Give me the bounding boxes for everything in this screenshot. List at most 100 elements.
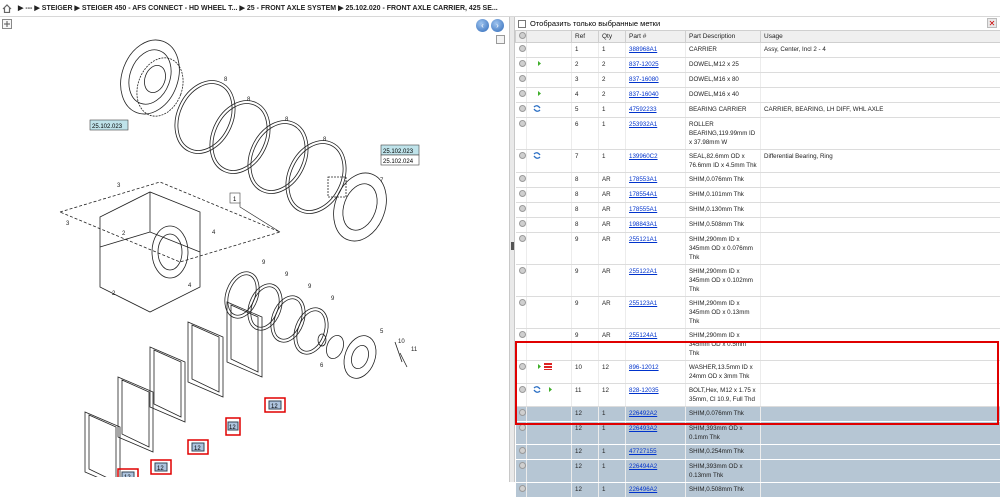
row-select-cell[interactable]	[516, 188, 527, 203]
table-row[interactable]: 1012896-12012WASHER,13.5mm ID x 24mm OD …	[516, 361, 1000, 384]
row-select-cell[interactable]	[516, 73, 527, 88]
row-select-cell[interactable]	[516, 103, 527, 118]
close-icon[interactable]: ✕	[987, 18, 997, 28]
row-select-icon[interactable]	[519, 424, 526, 431]
breadcrumb-item[interactable]: ---	[25, 5, 32, 12]
row-select-cell[interactable]	[516, 422, 527, 445]
table-row[interactable]: 61253932A1ROLLER BEARING,119.99mm ID x 3…	[516, 118, 1000, 150]
table-row[interactable]: 9AR255124A1SHIM,290mm ID x 345mm OD x 0.…	[516, 329, 1000, 361]
row-select-icon[interactable]	[519, 152, 526, 159]
part-number-link[interactable]: 178553A1	[629, 176, 657, 183]
table-row[interactable]: 1112828-12035BOLT,Hex, M12 x 1.75 x 35mm…	[516, 384, 1000, 407]
row-select-cell[interactable]	[516, 329, 527, 361]
green-arrow-icon[interactable]	[533, 363, 541, 370]
row-select-icon[interactable]	[519, 205, 526, 212]
part-number-link[interactable]: 837-16040	[629, 91, 659, 98]
table-row[interactable]: 8AR198843A1SHIM,0.508mm Thk	[516, 218, 1000, 233]
breadcrumb-item[interactable]: STEIGER 450 - AFS CONNECT - HD WHEEL T..…	[82, 5, 238, 12]
table-row[interactable]: 8AR178553A1SHIM,0.076mm Thk	[516, 173, 1000, 188]
row-select-icon[interactable]	[519, 485, 526, 492]
table-row[interactable]: 9AR255123A1SHIM,290mm ID x 345mm OD x 0.…	[516, 297, 1000, 329]
row-select-icon[interactable]	[519, 60, 526, 67]
row-select-cell[interactable]	[516, 233, 527, 265]
splitter-grip-icon[interactable]	[511, 242, 514, 250]
row-select-icon[interactable]	[519, 90, 526, 97]
red-list-icon[interactable]	[544, 363, 552, 370]
part-number-link[interactable]: 255122A1	[629, 268, 657, 275]
table-row[interactable]: 5147592233BEARING CARRIERCARRIER, BEARIN…	[516, 103, 1000, 118]
table-row[interactable]: 22837-12025DOWEL,M12 x 25	[516, 58, 1000, 73]
callout-12-label[interactable]: 12	[157, 466, 164, 472]
row-select-icon[interactable]	[519, 299, 526, 306]
row-select-cell[interactable]	[516, 43, 527, 58]
part-number-link[interactable]: 226496A2	[629, 486, 657, 493]
part-number-link[interactable]: 178554A1	[629, 191, 657, 198]
header-select-icon[interactable]	[516, 31, 527, 43]
part-number-link[interactable]: 837-16080	[629, 76, 659, 83]
row-select-icon[interactable]	[519, 386, 526, 393]
ref-label[interactable]: 25.102.024	[383, 159, 414, 165]
row-select-cell[interactable]	[516, 460, 527, 483]
row-select-icon[interactable]	[519, 331, 526, 338]
row-select-cell[interactable]	[516, 88, 527, 103]
row-select-cell[interactable]	[516, 203, 527, 218]
part-number-link[interactable]: 47592233	[629, 106, 657, 113]
part-number-link[interactable]: 47727155	[629, 448, 657, 455]
breadcrumb-item[interactable]: 25 - FRONT AXLE SYSTEM	[247, 5, 336, 12]
row-select-cell[interactable]	[516, 384, 527, 407]
table-row[interactable]: 121226496A2SHIM,0.508mm Thk	[516, 483, 1000, 498]
table-row[interactable]: 11388968A1CARRIERAssy, Center, Incl 2 - …	[516, 43, 1000, 58]
part-number-link[interactable]: 255124A1	[629, 332, 657, 339]
table-row[interactable]: 8AR178554A1SHIM,0.101mm Thk	[516, 188, 1000, 203]
row-select-cell[interactable]	[516, 58, 527, 73]
row-select-icon[interactable]	[519, 235, 526, 242]
row-select-cell[interactable]	[516, 265, 527, 297]
table-row[interactable]: 121226492A2SHIM,0.076mm Thk	[516, 407, 1000, 422]
row-select-icon[interactable]	[519, 175, 526, 182]
table-row[interactable]: 9AR255121A1SHIM,290mm ID x 345mm OD x 0.…	[516, 233, 1000, 265]
row-select-cell[interactable]	[516, 407, 527, 422]
part-number-link[interactable]: 255121A1	[629, 236, 657, 243]
ref-label[interactable]: 25.102.023	[383, 149, 414, 155]
part-number-link[interactable]: 388968A1	[629, 46, 657, 53]
blue-swap-icon[interactable]	[533, 386, 541, 393]
part-number-link[interactable]: 226494A2	[629, 463, 657, 470]
part-number-link[interactable]: 837-12025	[629, 61, 659, 68]
row-select-icon[interactable]	[519, 220, 526, 227]
table-row[interactable]: 121226494A2SHIM,393mm OD x 0.13mm Thk	[516, 460, 1000, 483]
row-select-cell[interactable]	[516, 297, 527, 329]
callout-12-label[interactable]: 12	[271, 404, 278, 410]
table-row[interactable]: 42837-16040DOWEL,M16 x 40	[516, 88, 1000, 103]
part-number-link[interactable]: 255123A1	[629, 300, 657, 307]
table-row[interactable]: 71139960C2SEAL,82.6mm OD x 76.6mm ID x 4…	[516, 150, 1000, 173]
table-row[interactable]: 8AR178555A1SHIM,0.130mm Thk	[516, 203, 1000, 218]
part-number-link[interactable]: 226493A2	[629, 425, 657, 432]
home-icon[interactable]	[2, 4, 12, 13]
table-row[interactable]: 9AR255122A1SHIM,290mm ID x 345mm OD x 0.…	[516, 265, 1000, 297]
row-select-icon[interactable]	[519, 75, 526, 82]
blue-swap-icon[interactable]	[533, 152, 541, 159]
table-row[interactable]: 12147727155SHIM,0.254mm Thk	[516, 445, 1000, 460]
table-row[interactable]: 32837-16080DOWEL,M16 x 80	[516, 73, 1000, 88]
green-arrow-icon[interactable]	[533, 90, 541, 97]
row-select-icon[interactable]	[519, 409, 526, 416]
row-select-icon[interactable]	[519, 45, 526, 52]
header-part-number[interactable]: Part #	[626, 31, 686, 43]
ref-label[interactable]: 25.102.023	[92, 124, 123, 130]
header-qty[interactable]: Qty	[599, 31, 626, 43]
header-ref[interactable]: Ref	[572, 31, 599, 43]
callout-12-label[interactable]: 12	[124, 475, 131, 477]
row-select-icon[interactable]	[519, 447, 526, 454]
row-select-icon[interactable]	[519, 267, 526, 274]
row-select-cell[interactable]	[516, 445, 527, 460]
row-select-icon[interactable]	[519, 462, 526, 469]
part-number-link[interactable]: 226492A2	[629, 410, 657, 417]
breadcrumb-item[interactable]: STEIGER	[42, 5, 73, 12]
row-select-cell[interactable]	[516, 218, 527, 233]
callout-12-label[interactable]: 12	[229, 425, 236, 431]
green-arrow-icon[interactable]	[544, 386, 552, 393]
row-select-icon[interactable]	[519, 105, 526, 112]
row-select-cell[interactable]	[516, 483, 527, 498]
row-select-icon[interactable]	[519, 120, 526, 127]
callout-12-label[interactable]: 12	[194, 446, 201, 452]
